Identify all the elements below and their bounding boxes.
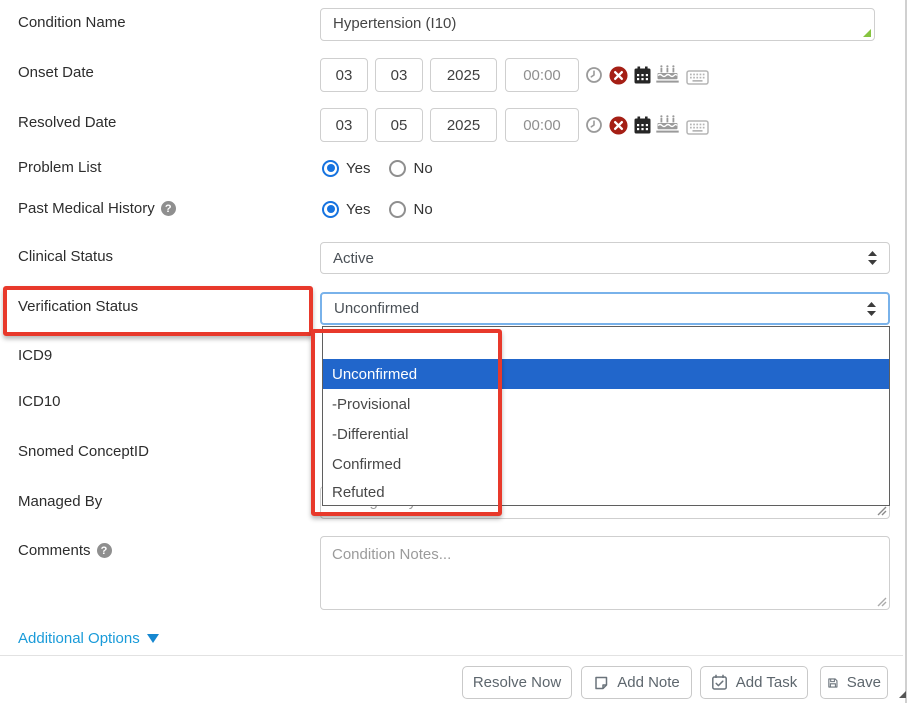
condition-name-label: Condition Name — [18, 14, 126, 31]
condition-edit-form: Condition Name Onset Date Resolved Date … — [0, 0, 917, 703]
comments-label: Comments — [18, 542, 112, 559]
comments-placeholder: Condition Notes... — [332, 546, 451, 563]
scrollbar-edge — [905, 0, 907, 703]
past-medical-history-no-label[interactable]: No — [413, 201, 432, 218]
resolve-now-button[interactable]: Resolve Now — [462, 666, 572, 699]
clock-icon[interactable] — [581, 115, 607, 135]
birthday-cake-icon[interactable] — [654, 65, 680, 85]
clinical-status-value: Active — [333, 250, 374, 267]
help-icon[interactable] — [97, 543, 112, 558]
icd9-label: ICD9 — [18, 347, 52, 364]
updown-arrow-icon — [867, 302, 876, 316]
add-note-button[interactable]: Add Note — [581, 666, 692, 699]
chevron-down-icon — [147, 634, 159, 643]
onset-year-input[interactable]: 2025 — [430, 58, 497, 92]
keyboard-icon[interactable] — [684, 117, 710, 137]
annotation-rectangle-label — [3, 286, 313, 336]
problem-list-yes-radio[interactable] — [322, 160, 339, 177]
resolved-day-input[interactable]: 05 — [375, 108, 423, 142]
snomed-conceptid-label: Snomed ConceptID — [18, 443, 149, 460]
comments-input[interactable]: Condition Notes... — [320, 536, 890, 610]
problem-list-label: Problem List — [18, 159, 101, 176]
annotation-rectangle-dropdown — [311, 329, 502, 516]
clinical-status-select[interactable]: Active — [320, 242, 890, 274]
help-icon[interactable] — [161, 201, 176, 216]
add-note-label: Add Note — [617, 674, 680, 691]
resize-grip-icon[interactable] — [862, 28, 872, 38]
clear-date-icon[interactable] — [605, 115, 631, 135]
problem-list-no-label[interactable]: No — [413, 160, 432, 177]
past-medical-history-label: Past Medical History — [18, 200, 176, 217]
save-button[interactable]: Save — [820, 666, 888, 699]
resolved-month-input[interactable]: 03 — [320, 108, 368, 142]
note-icon — [593, 675, 609, 691]
clock-icon[interactable] — [581, 65, 607, 85]
resize-grip-icon[interactable] — [877, 597, 887, 607]
past-medical-history-label-text: Past Medical History — [18, 200, 155, 217]
comments-label-text: Comments — [18, 542, 91, 559]
resolved-date-label: Resolved Date — [18, 114, 116, 131]
clinical-status-label: Clinical Status — [18, 248, 113, 265]
past-medical-history-no-radio[interactable] — [389, 201, 406, 218]
clear-date-icon[interactable] — [605, 65, 631, 85]
onset-month-input[interactable]: 03 — [320, 58, 368, 92]
onset-time-input[interactable]: 00:00 — [505, 58, 579, 92]
resize-grip-icon[interactable] — [877, 506, 887, 516]
verification-status-select[interactable]: Unconfirmed — [320, 292, 890, 325]
past-medical-history-yes-radio[interactable] — [322, 201, 339, 218]
add-task-label: Add Task — [736, 674, 797, 691]
onset-date-label: Onset Date — [18, 64, 94, 81]
condition-name-input[interactable]: Hypertension (I10) — [320, 8, 875, 41]
calendar-icon[interactable] — [629, 65, 655, 85]
birthday-cake-icon[interactable] — [654, 115, 680, 135]
problem-list-radio-group: Yes No — [322, 159, 433, 177]
add-task-button[interactable]: Add Task — [700, 666, 808, 699]
past-medical-history-yes-label[interactable]: Yes — [346, 201, 370, 218]
onset-day-input[interactable]: 03 — [375, 58, 423, 92]
problem-list-no-radio[interactable] — [389, 160, 406, 177]
verification-status-value: Unconfirmed — [334, 300, 419, 317]
task-calendar-icon — [711, 674, 728, 691]
problem-list-yes-label[interactable]: Yes — [346, 160, 370, 177]
resolved-year-input[interactable]: 2025 — [430, 108, 497, 142]
save-icon — [827, 675, 839, 691]
condition-name-value: Hypertension (I10) — [333, 15, 456, 32]
divider — [0, 655, 903, 656]
save-label: Save — [847, 674, 881, 691]
resolve-now-label: Resolve Now — [473, 674, 561, 691]
past-medical-history-radio-group: Yes No — [322, 200, 433, 218]
keyboard-icon[interactable] — [684, 67, 710, 87]
additional-options-link[interactable]: Additional Options — [18, 630, 159, 647]
scroll-corner-icon — [898, 690, 907, 699]
resolved-time-input[interactable]: 00:00 — [505, 108, 579, 142]
additional-options-label: Additional Options — [18, 630, 140, 647]
calendar-icon[interactable] — [629, 115, 655, 135]
icd10-label: ICD10 — [18, 393, 61, 410]
managed-by-label: Managed By — [18, 493, 102, 510]
updown-arrow-icon — [868, 251, 877, 265]
